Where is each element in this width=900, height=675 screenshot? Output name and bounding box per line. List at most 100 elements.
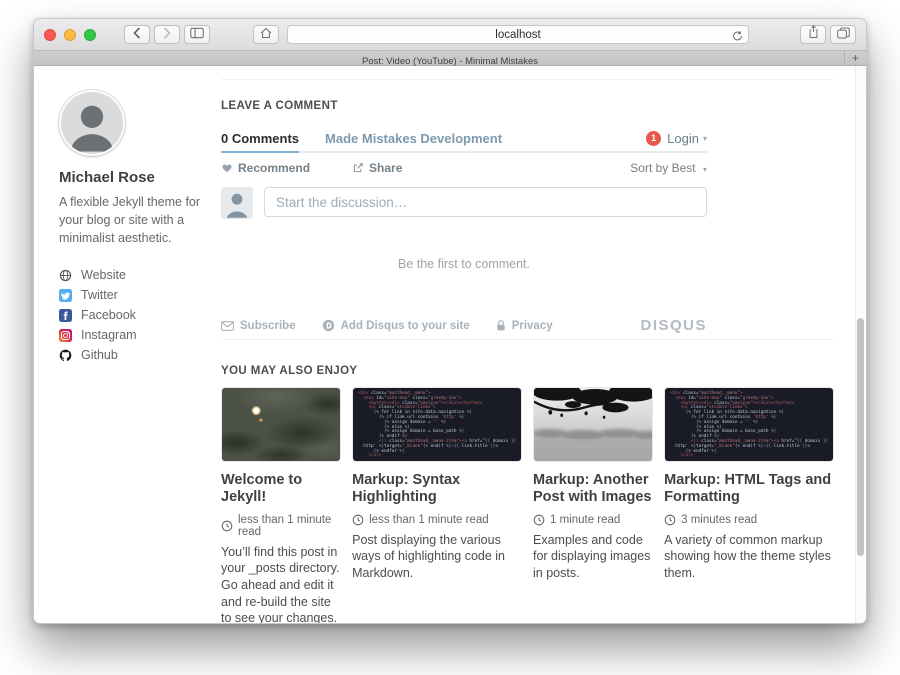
login-menu[interactable]: 1 Login ▾ bbox=[646, 131, 707, 146]
post-thumbnail[interactable]: <div class="masthead__menu"> <nav id="si… bbox=[664, 387, 834, 462]
scrollbar-track bbox=[855, 66, 866, 624]
sidebar-item-instagram[interactable]: Instagram bbox=[59, 325, 211, 345]
post-thumbnail[interactable] bbox=[221, 387, 341, 462]
lock-icon bbox=[496, 319, 506, 332]
recommend-label: Recommend bbox=[238, 161, 310, 175]
comment-form bbox=[221, 187, 707, 219]
author-sidebar: Michael Rose A flexible Jekyll theme for… bbox=[59, 90, 211, 365]
comments-section: LEAVE A COMMENT 0 Comments Made Mistakes… bbox=[221, 100, 707, 334]
zoom-window-button[interactable] bbox=[84, 29, 96, 41]
disqus-d-icon bbox=[322, 319, 335, 332]
subscribe-link[interactable]: Subscribe bbox=[221, 320, 296, 332]
envelope-icon bbox=[221, 321, 234, 331]
clock-icon bbox=[221, 520, 233, 532]
related-card: <div class="masthead__menu"> <nav id="si… bbox=[664, 387, 834, 624]
code-screenshot: <div class="masthead__menu"> <nav id="si… bbox=[665, 388, 833, 461]
comment-input[interactable] bbox=[264, 187, 707, 217]
person-silhouette-icon bbox=[221, 187, 253, 219]
person-silhouette-icon bbox=[61, 92, 123, 154]
clock-icon bbox=[352, 514, 364, 526]
sidebar-item-facebook[interactable]: Facebook bbox=[59, 305, 211, 325]
home-icon bbox=[260, 26, 272, 44]
minimize-window-button[interactable] bbox=[64, 29, 76, 41]
post-excerpt: You’ll find this post in your _posts dir… bbox=[221, 544, 341, 624]
sort-label: Sort by Best bbox=[630, 161, 695, 175]
share-thread-label: Share bbox=[369, 161, 402, 175]
green-macro-photo bbox=[222, 388, 340, 461]
recommend-button[interactable]: Recommend bbox=[221, 161, 310, 175]
related-divider bbox=[221, 339, 834, 340]
read-time-label: 1 minute read bbox=[550, 514, 620, 526]
related-card: <div class="masthead__menu"> <nav id="si… bbox=[352, 387, 522, 624]
tab-bar: Post: Video (YouTube) - Minimal Mistakes… bbox=[34, 51, 866, 66]
link-label: Website bbox=[81, 268, 126, 282]
foggy-tree-photo bbox=[534, 388, 652, 461]
privacy-link[interactable]: Privacy bbox=[496, 319, 553, 332]
heart-icon bbox=[221, 162, 233, 174]
read-time-label: less than 1 minute read bbox=[238, 514, 341, 538]
post-title-link[interactable]: Welcome to Jekyll! bbox=[221, 472, 341, 507]
scrollbar-thumb[interactable] bbox=[857, 318, 864, 556]
add-disqus-label: Add Disqus to your site bbox=[341, 320, 470, 332]
login-label: Login bbox=[667, 131, 699, 146]
share-button[interactable] bbox=[800, 25, 826, 44]
read-time: less than 1 minute read bbox=[221, 514, 341, 538]
disqus-actions: Recommend Share Sort by Best ▾ bbox=[221, 153, 707, 184]
comment-count-tab[interactable]: 0 Comments bbox=[221, 126, 299, 153]
link-label: Twitter bbox=[81, 288, 118, 302]
notification-badge: 1 bbox=[646, 131, 661, 146]
page-content: Michael Rose A flexible Jekyll theme for… bbox=[34, 66, 866, 624]
link-label: Instagram bbox=[81, 328, 137, 342]
github-icon bbox=[59, 349, 73, 362]
reload-button[interactable] bbox=[732, 29, 743, 47]
disqus-logo[interactable]: DISQUS bbox=[640, 317, 707, 334]
author-name: Michael Rose bbox=[59, 169, 211, 186]
back-chevron-icon bbox=[133, 26, 141, 44]
sidebar-toggle-button[interactable] bbox=[184, 25, 210, 44]
browser-toolbar: localhost bbox=[34, 19, 866, 51]
post-thumbnail[interactable] bbox=[533, 387, 653, 462]
sidebar-item-github[interactable]: Github bbox=[59, 345, 211, 365]
privacy-label: Privacy bbox=[512, 320, 553, 332]
post-excerpt: Examples and code for displaying images … bbox=[533, 532, 653, 582]
post-title-link[interactable]: Markup: Syntax Highlighting bbox=[352, 472, 522, 507]
community-link[interactable]: Made Mistakes Development bbox=[325, 131, 502, 146]
commenter-avatar bbox=[221, 187, 253, 219]
browser-window: localhost Post: Video (YouTube) - Minima… bbox=[33, 18, 867, 624]
traffic-lights bbox=[44, 29, 96, 41]
post-title-link[interactable]: Markup: HTML Tags and Formatting bbox=[664, 472, 834, 507]
sidebar-icon bbox=[190, 26, 204, 44]
subscribe-label: Subscribe bbox=[240, 320, 296, 332]
share-thread-button[interactable]: Share bbox=[352, 161, 402, 175]
post-title-link[interactable]: Markup: Another Post with Images bbox=[533, 472, 653, 507]
close-window-button[interactable] bbox=[44, 29, 56, 41]
related-heading: YOU MAY ALSO ENJOY bbox=[221, 365, 358, 377]
sort-menu[interactable]: Sort by Best ▾ bbox=[630, 161, 707, 175]
add-disqus-link[interactable]: Add Disqus to your site bbox=[322, 319, 470, 332]
author-bio: A flexible Jekyll theme for your blog or… bbox=[59, 193, 211, 247]
tabs-icon bbox=[837, 26, 850, 44]
home-button[interactable] bbox=[253, 25, 279, 44]
chevron-down-icon: ▾ bbox=[703, 165, 707, 174]
empty-state-text: Be the first to comment. bbox=[221, 257, 707, 271]
chevron-down-icon: ▾ bbox=[703, 134, 707, 143]
related-card: Markup: Another Post with Images 1 minut… bbox=[533, 387, 653, 624]
code-screenshot: <div class="masthead__menu"> <nav id="si… bbox=[353, 388, 521, 461]
globe-icon bbox=[59, 269, 73, 282]
address-bar[interactable]: localhost bbox=[287, 25, 749, 44]
post-thumbnail[interactable]: <div class="masthead__menu"> <nav id="si… bbox=[352, 387, 522, 462]
author-avatar bbox=[59, 90, 125, 156]
related-card: Welcome to Jekyll! less than 1 minute re… bbox=[221, 387, 341, 624]
back-button[interactable] bbox=[124, 25, 150, 44]
facebook-icon bbox=[59, 309, 73, 322]
url-text: localhost bbox=[495, 29, 540, 41]
new-tab-button[interactable]: + bbox=[844, 51, 866, 66]
read-time: 3 minutes read bbox=[664, 514, 834, 526]
forward-button[interactable] bbox=[154, 25, 180, 44]
tab-overview-button[interactable] bbox=[830, 25, 856, 44]
sidebar-item-website[interactable]: Website bbox=[59, 265, 211, 285]
twitter-icon bbox=[59, 289, 73, 302]
sidebar-item-twitter[interactable]: Twitter bbox=[59, 285, 211, 305]
disqus-footer: Subscribe Add Disqus to your site Privac… bbox=[221, 317, 707, 334]
author-links: Website Twitter Facebook Instagram Githu… bbox=[59, 265, 211, 365]
